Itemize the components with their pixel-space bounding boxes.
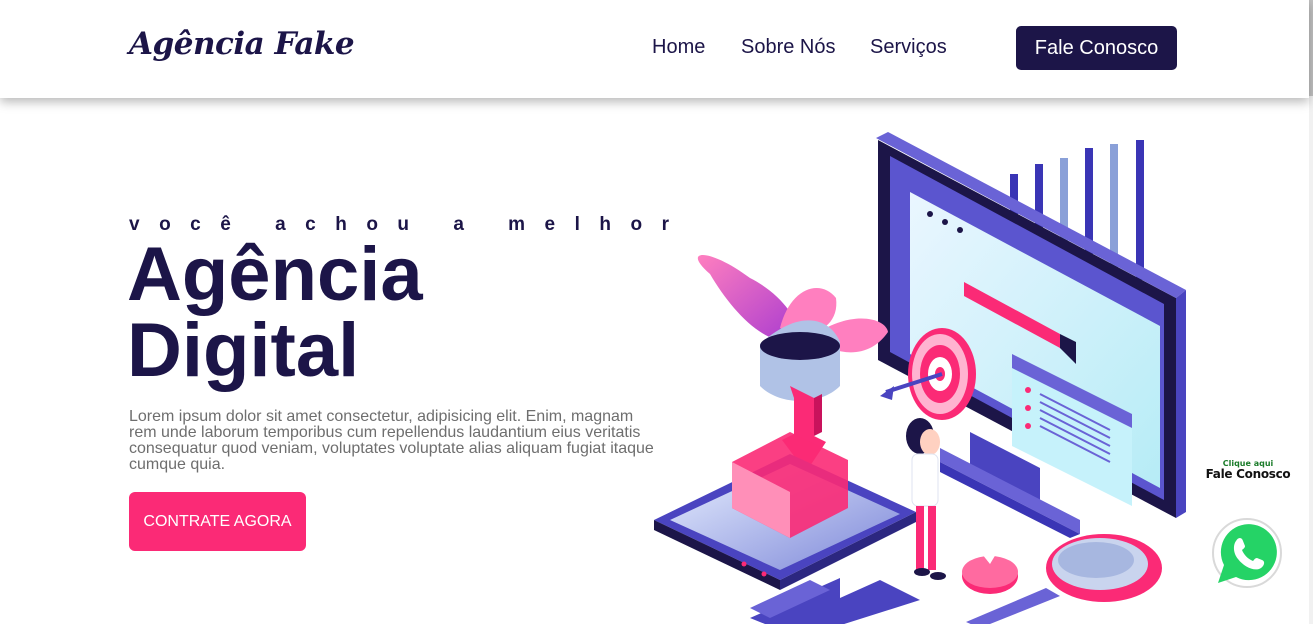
person-graphic xyxy=(906,418,946,580)
hero-description: Lorem ipsum dolor sit amet consectetur, … xyxy=(129,408,654,473)
nav-link-services[interactable]: Serviços xyxy=(870,36,947,59)
hero-title-line-2: Digital xyxy=(127,308,360,393)
site-header: Agência Fake Home Sobre Nós Serviços Fal… xyxy=(0,0,1309,98)
plant-graphic xyxy=(697,254,888,401)
hire-now-button[interactable]: CONTRATE AGORA xyxy=(129,492,306,551)
nav-link-home[interactable]: Home xyxy=(652,36,705,59)
hero-title: Agência Digital xyxy=(127,237,423,389)
site-logo[interactable]: Agência Fake xyxy=(129,26,355,62)
digital-marketing-illustration xyxy=(654,132,1186,624)
whatsapp-icon[interactable] xyxy=(1206,513,1288,595)
contact-button[interactable]: Fale Conosco xyxy=(1016,26,1177,70)
whatsapp-contact-text[interactable]: Fale Conosco xyxy=(1200,467,1296,481)
scrollbar-thumb[interactable] xyxy=(1309,0,1313,96)
hero-title-line-1: Agência xyxy=(127,232,423,317)
tablet-graphic xyxy=(654,432,916,590)
nav-link-about[interactable]: Sobre Nós xyxy=(741,36,836,59)
heart-badge-graphic xyxy=(962,554,1018,594)
